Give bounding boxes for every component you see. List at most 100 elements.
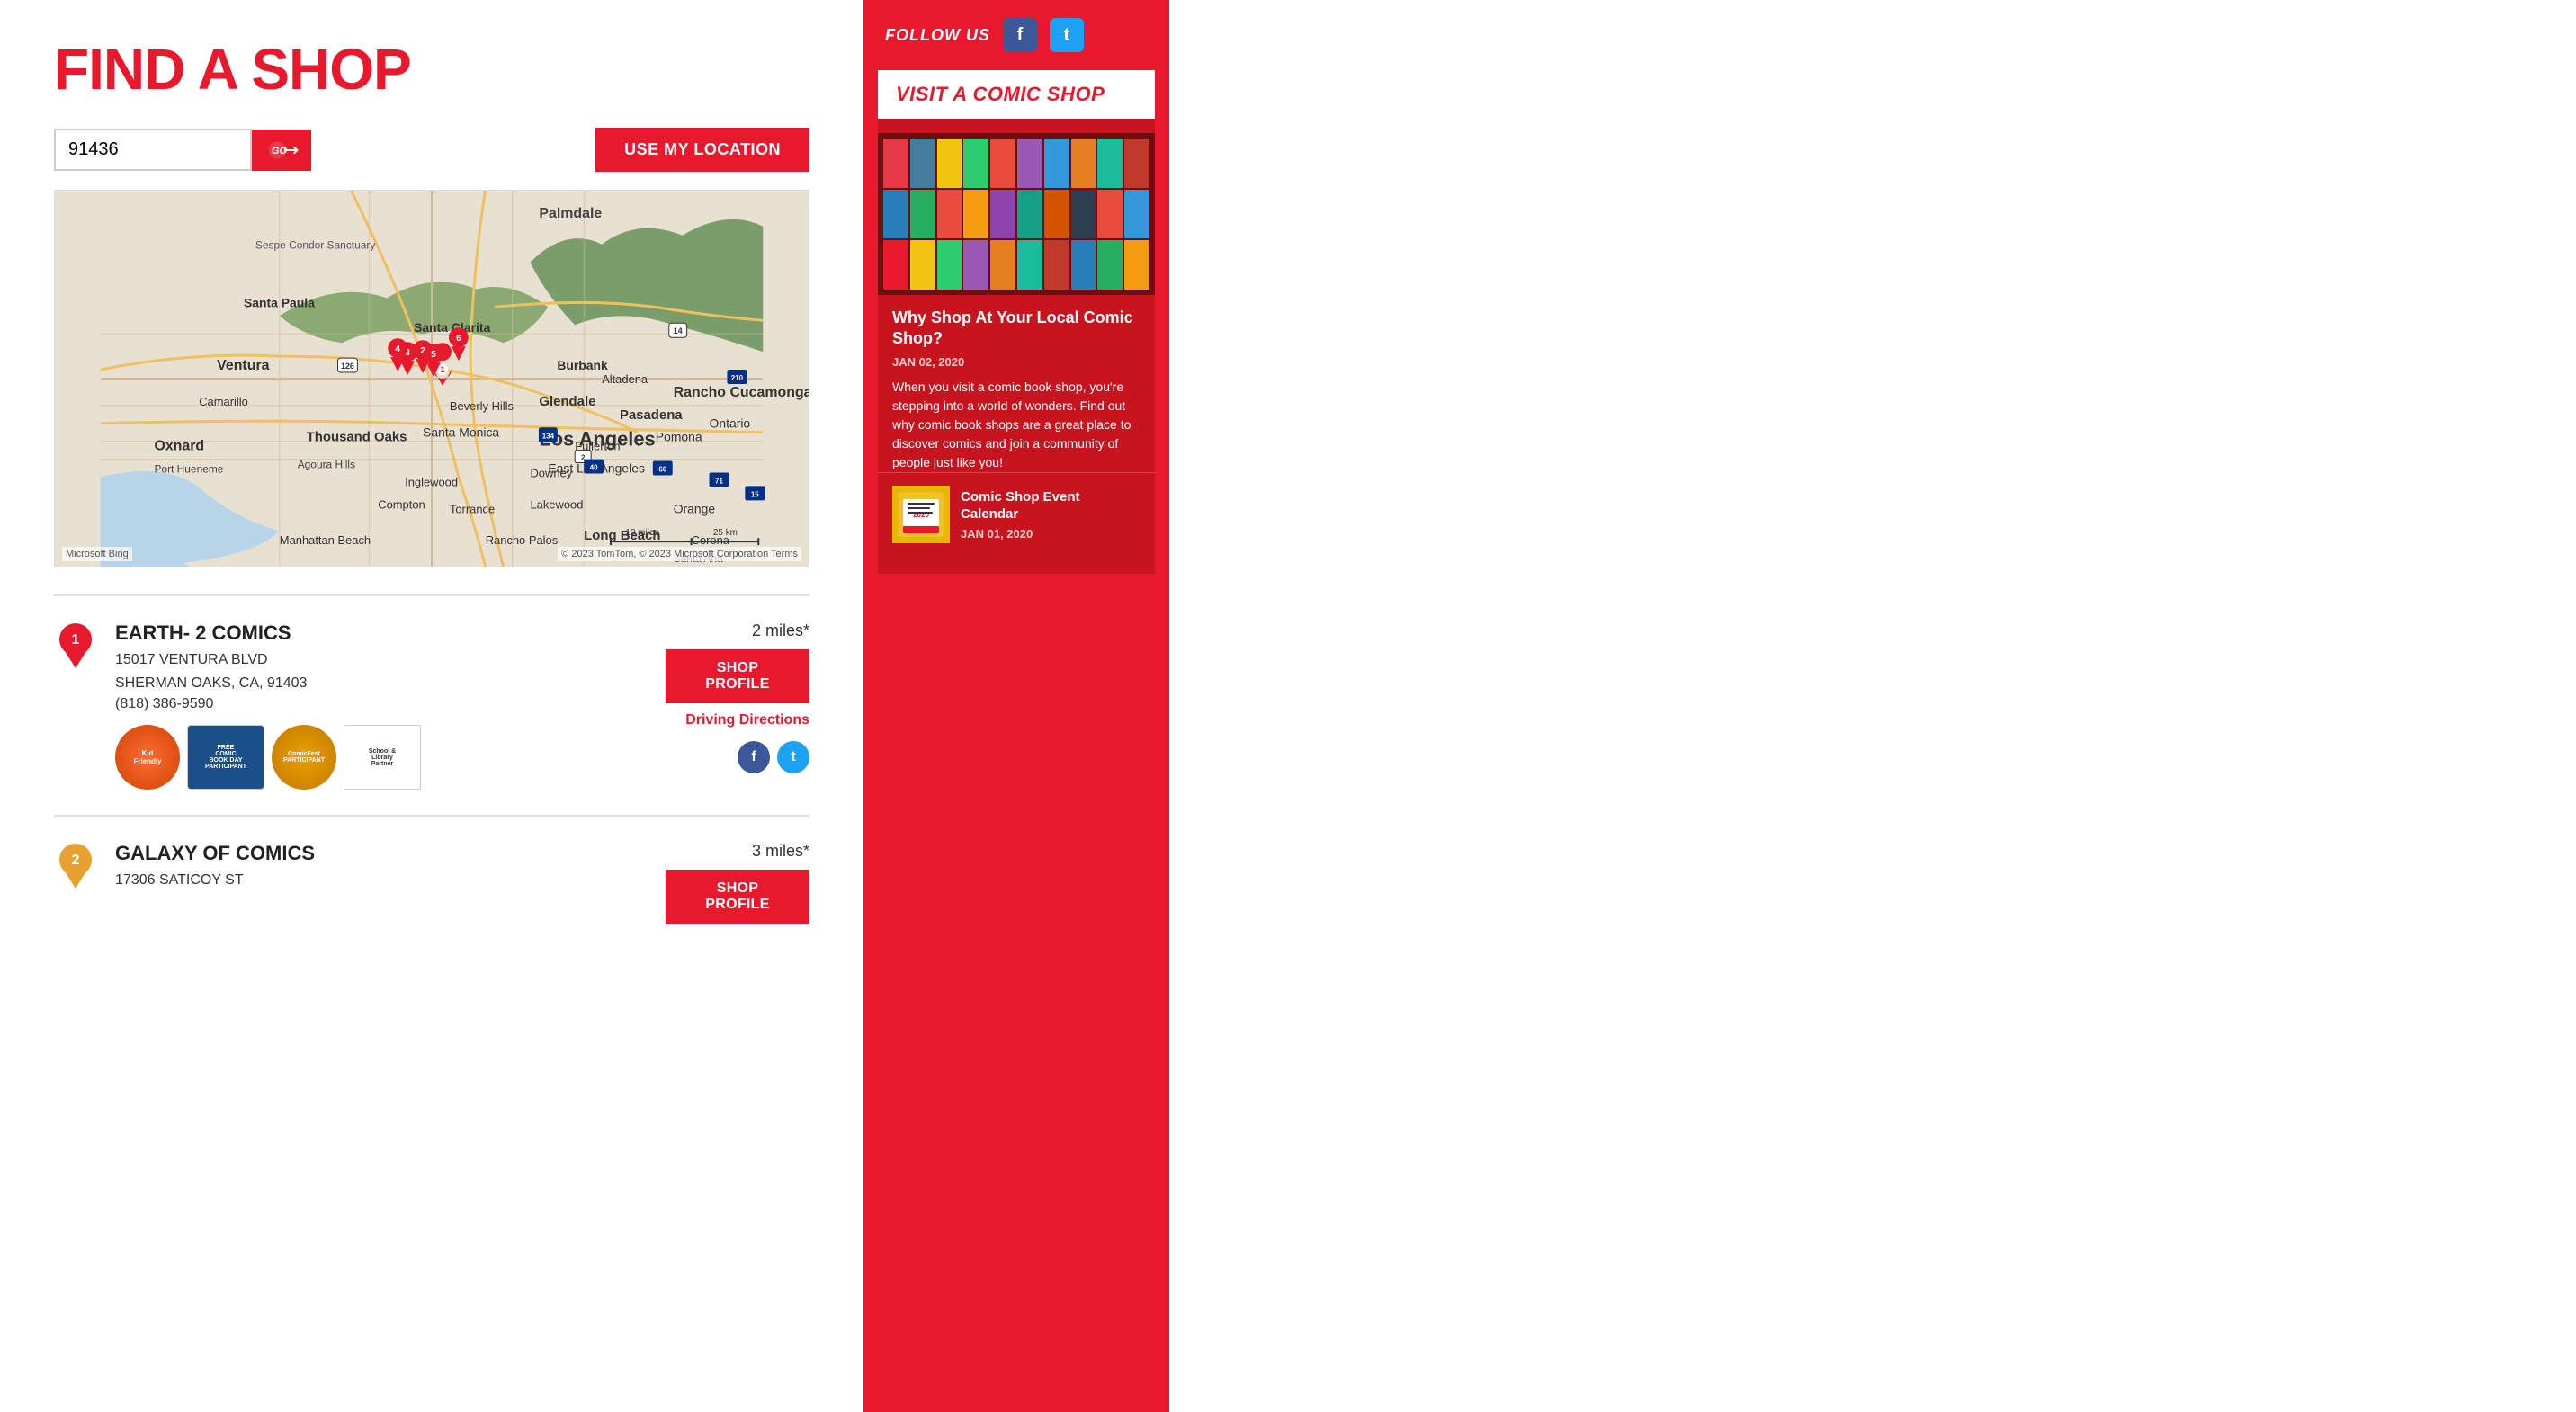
- comic-book: [1017, 139, 1042, 188]
- sidebar-article-date: JAN 02, 2020: [878, 355, 1155, 369]
- svg-text:14: 14: [674, 326, 683, 335]
- comic-book: [1124, 240, 1149, 290]
- sidebar-link-item[interactable]: 2020 Comic Shop Event Calendar JAN 01, 2…: [878, 472, 1155, 556]
- sidebar-comic-image: [878, 133, 1155, 295]
- shop-profile-button-2[interactable]: SHOP PROFILE: [666, 870, 809, 924]
- comic-book: [1071, 139, 1096, 188]
- svg-text:1: 1: [72, 632, 80, 648]
- svg-text:60: 60: [658, 466, 666, 474]
- svg-text:Compton: Compton: [378, 497, 425, 511]
- shop-distance-2: 3 miles*: [752, 842, 809, 861]
- shop-listing-2: 2 GALAXY OF COMICS 17306 SATICOY ST 3 mi…: [54, 815, 809, 949]
- comic-book: [990, 139, 1015, 188]
- shop-name-1: EARTH- 2 COMICS: [115, 621, 648, 645]
- search-bar: GO USE MY LOCATION: [54, 128, 809, 172]
- svg-text:15: 15: [751, 490, 759, 498]
- comic-book: [883, 139, 908, 188]
- follow-twitter-button[interactable]: t: [1050, 18, 1084, 52]
- comic-book: [963, 240, 988, 290]
- svg-text:Rancho Palos: Rancho Palos: [486, 533, 558, 547]
- comic-book: [1097, 190, 1123, 239]
- comic-book: [1097, 139, 1123, 188]
- use-my-location-button[interactable]: USE MY LOCATION: [595, 128, 809, 172]
- shop-facebook-1[interactable]: f: [738, 741, 770, 773]
- sidebar: FOLLOW US f t VISIT A COMIC SHOP: [863, 0, 1169, 1412]
- comic-book: [937, 139, 962, 188]
- badge-comicfest: ComicFestPARTICIPANT: [272, 725, 336, 790]
- svg-text:Glendale: Glendale: [539, 394, 595, 409]
- driving-directions-link-1[interactable]: Driving Directions: [685, 712, 809, 728]
- sidebar-article-text: When you visit a comic book shop, you're…: [878, 378, 1155, 472]
- shop-pin-2: 2: [54, 842, 97, 892]
- svg-text:4: 4: [395, 344, 400, 354]
- svg-text:25 km: 25 km: [713, 528, 738, 538]
- sidebar-link-date: JAN 01, 2020: [961, 527, 1140, 541]
- svg-text:Thousand Oaks: Thousand Oaks: [307, 430, 407, 445]
- follow-us-bar: FOLLOW US f t: [863, 0, 1169, 70]
- zip-input[interactable]: [54, 129, 252, 171]
- shop-listing-1: 1 EARTH- 2 COMICS 15017 VENTURA BLVD SHE…: [54, 594, 809, 815]
- svg-text:Pomona: Pomona: [656, 430, 702, 444]
- shop-badges-1: KidFriendly FREECOMICBOOK DAYPARTICIPANT…: [115, 725, 648, 790]
- svg-text:Santa Monica: Santa Monica: [423, 425, 499, 440]
- sidebar-card-title-text: VISIT A COMIC SHOP: [896, 83, 1105, 105]
- sidebar-card-title: VISIT A COMIC SHOP: [878, 70, 1155, 119]
- comic-book: [937, 240, 962, 290]
- shop-phone-1: (818) 386-9590: [115, 696, 648, 712]
- badge-kid-friendly: KidFriendly: [115, 725, 180, 790]
- shop-actions-2: 3 miles* SHOP PROFILE: [666, 842, 809, 924]
- svg-text:Ontario: Ontario: [710, 416, 751, 431]
- comic-book: [910, 190, 935, 239]
- comic-book: [990, 240, 1015, 290]
- go-button[interactable]: GO: [252, 130, 311, 171]
- svg-text:10 miles: 10 miles: [625, 528, 658, 538]
- comic-book: [1124, 190, 1149, 239]
- svg-text:Manhattan Beach: Manhattan Beach: [280, 533, 371, 547]
- svg-text:Port Hueneme: Port Hueneme: [154, 463, 223, 476]
- svg-text:40: 40: [590, 464, 598, 472]
- svg-text:Santa Paula: Santa Paula: [244, 295, 315, 309]
- shop-info-2: GALAXY OF COMICS 17306 SATICOY ST: [115, 842, 648, 924]
- map-attribution-left: Microsoft Bing: [62, 547, 132, 561]
- follow-us-label: FOLLOW US: [885, 26, 990, 45]
- svg-text:Ventura: Ventura: [217, 358, 269, 373]
- svg-text:134: 134: [542, 433, 555, 441]
- comic-shelf: [878, 133, 1155, 295]
- svg-text:2: 2: [72, 853, 80, 868]
- shop-pin-1: 1: [54, 621, 97, 672]
- map-container: Palmdale Sespe Condor Sanctuary Santa Cl…: [54, 190, 809, 567]
- comic-book: [1044, 240, 1069, 290]
- svg-text:Camarillo: Camarillo: [199, 395, 248, 408]
- badge-school-library: School &LibraryPartner: [344, 725, 421, 790]
- svg-text:Orange: Orange: [674, 501, 716, 515]
- svg-text:Sespe Condor Sanctuary: Sespe Condor Sanctuary: [255, 239, 375, 252]
- shop-profile-button-1[interactable]: SHOP PROFILE: [666, 649, 809, 703]
- svg-text:Inglewood: Inglewood: [405, 475, 458, 488]
- shop-name-2: GALAXY OF COMICS: [115, 842, 648, 865]
- map-attribution-right: © 2023 TomTom, © 2023 Microsoft Corporat…: [558, 547, 801, 561]
- svg-text:126: 126: [341, 362, 354, 371]
- follow-facebook-button[interactable]: f: [1003, 18, 1037, 52]
- sidebar-article-title: Why Shop At Your Local Comic Shop?: [878, 308, 1155, 350]
- svg-text:6: 6: [456, 334, 461, 344]
- shop-address1-2: 17306 SATICOY ST: [115, 869, 648, 892]
- sidebar-link-info: Comic Shop Event Calendar JAN 01, 2020: [961, 488, 1140, 541]
- sidebar-link-title: Comic Shop Event Calendar: [961, 488, 1140, 523]
- shop-distance-1: 2 miles*: [752, 621, 809, 640]
- svg-text:Rancho Cucamonga: Rancho Cucamonga: [674, 385, 809, 400]
- sidebar-card: VISIT A COMIC SHOP: [878, 70, 1155, 574]
- svg-text:Burbank: Burbank: [557, 358, 608, 372]
- shop-twitter-1[interactable]: t: [777, 741, 809, 773]
- badge-fcbd: FREECOMICBOOK DAYPARTICIPANT: [187, 725, 264, 790]
- comic-book: [1071, 240, 1096, 290]
- shop-address1-1: 15017 VENTURA BLVD: [115, 648, 648, 672]
- svg-text:Pasadena: Pasadena: [620, 407, 683, 423]
- comic-book: [1044, 139, 1069, 188]
- svg-text:71: 71: [715, 477, 723, 485]
- shop-social-1: f t: [738, 741, 809, 773]
- comic-book: [1017, 190, 1042, 239]
- shop-info-1: EARTH- 2 COMICS 15017 VENTURA BLVD SHERM…: [115, 621, 648, 790]
- comic-book: [910, 240, 935, 290]
- svg-text:210: 210: [731, 374, 744, 382]
- comic-book: [1071, 190, 1096, 239]
